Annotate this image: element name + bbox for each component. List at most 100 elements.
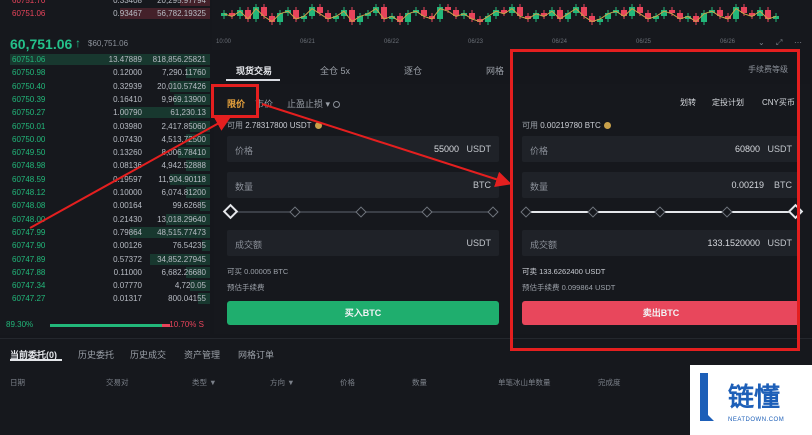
- order-price: 60748.12: [12, 188, 46, 197]
- candle: [669, 10, 675, 13]
- order-amount: 0.03980: [113, 121, 142, 131]
- buy-price-unit: USDT: [466, 144, 492, 154]
- order-type-stop[interactable]: 止盈止损 ▾: [287, 97, 341, 110]
- order-total: 4,942.52888: [161, 161, 207, 171]
- order-amount: 0.79864: [113, 227, 142, 237]
- bid-row[interactable]: 60748.59 0.19597 11,904.90118: [0, 173, 210, 186]
- sell-ratio: 10.70% S: [169, 320, 204, 329]
- bid-row[interactable]: 60750.01 0.03980 2,417.85060: [0, 120, 210, 133]
- x-tick-label: 06/25: [636, 39, 652, 45]
- buy-price-label: 价格: [235, 146, 254, 156]
- tab-trade-history[interactable]: 历史成交: [130, 348, 166, 361]
- buy-fee-estimate: 预估手续费: [227, 283, 265, 292]
- x-tick-label: 06/23: [468, 39, 484, 45]
- buy-price-value[interactable]: 55000: [434, 144, 459, 154]
- tab-spot[interactable]: 现货交易: [236, 64, 272, 77]
- buy-total-label: 成交额: [235, 240, 263, 250]
- slider-handle[interactable]: [222, 203, 239, 220]
- order-total: 6,682.26680: [161, 267, 207, 277]
- order-amount: 0.12000: [113, 68, 142, 78]
- order-total: 2,417.85060: [161, 121, 207, 131]
- tab-assets[interactable]: 资产管理: [184, 348, 220, 361]
- tab-grid[interactable]: 网格: [486, 64, 504, 77]
- moving-average-line: [223, 7, 777, 23]
- order-price: 60747.27: [12, 294, 46, 304]
- order-amount: 0.11000: [113, 267, 142, 277]
- bid-row[interactable]: 60748.08 0.00164 99.62685: [0, 199, 210, 212]
- slider-step[interactable]: [355, 206, 367, 218]
- buy-qty-unit: BTC: [473, 180, 491, 190]
- order-price: 60748.98: [12, 161, 46, 171]
- ask-row[interactable]: 60751.06 0.93467 56,782.19325: [0, 7, 210, 20]
- order-price: 60750.27: [12, 108, 46, 118]
- bid-row[interactable]: 60748.98 0.08136 4,942.52888: [0, 159, 210, 172]
- buy-amount-slider[interactable]: [222, 203, 501, 220]
- order-total: 61,230.13: [170, 108, 206, 118]
- tab-isolated[interactable]: 逐仓: [404, 64, 422, 77]
- bid-row[interactable]: 60750.39 0.16410 9,969.13900: [0, 93, 210, 106]
- bid-row[interactable]: 60751.06 13.47889 818,856.25821: [0, 53, 210, 66]
- orderbook-ratio: 89.30% 10.70% S: [0, 318, 210, 332]
- bid-row[interactable]: 60750.00 0.07430 4,513.72500: [0, 133, 210, 146]
- buy-available: 可用 2.78317800 USDT: [227, 120, 322, 131]
- order-total: 800.04155: [168, 294, 206, 304]
- slider-step[interactable]: [487, 206, 499, 218]
- bid-row[interactable]: 60747.34 0.07770 4,720.05: [0, 279, 210, 292]
- order-amount: 0.07430: [113, 134, 142, 144]
- orders-tab-underline: [10, 359, 62, 361]
- chart-more-icon[interactable]: ⋯: [794, 38, 802, 47]
- order-amount: 0.57372: [113, 254, 142, 264]
- bid-row[interactable]: 60750.27 1.00790 61,230.13: [0, 106, 210, 119]
- order-amount: 0.13260: [113, 148, 142, 158]
- col-price: 价格: [340, 378, 355, 387]
- tab-order-history[interactable]: 历史委托: [78, 348, 114, 361]
- ask-row[interactable]: 60751.70 0.33408 20,295.97794: [0, 0, 210, 7]
- slider-step[interactable]: [289, 206, 301, 218]
- bid-row[interactable]: 60747.27 0.01317 800.04155: [0, 292, 210, 305]
- col-date: 日期: [10, 378, 25, 387]
- bid-row[interactable]: 60749.50 0.13260 8,006.78410: [0, 146, 210, 159]
- bid-row[interactable]: 60747.88 0.11000 6,682.26680: [0, 266, 210, 279]
- order-total: 56,782.19325: [157, 9, 206, 18]
- watermark-logo: 链懂 NEATDOWN.COM: [690, 365, 812, 435]
- order-total: 76.54235: [172, 241, 206, 251]
- order-amount: 0.10000: [113, 188, 142, 197]
- candle: [445, 7, 451, 10]
- bid-row[interactable]: 60747.90 0.00126 76.54235: [0, 239, 210, 252]
- buy-button[interactable]: 买入BTC: [227, 301, 499, 325]
- tab-grid-orders[interactable]: 网格订单: [238, 348, 274, 361]
- order-amount: 0.16410: [113, 94, 142, 104]
- order-price: 60749.50: [12, 148, 46, 158]
- bid-row[interactable]: 60748.12 0.10000 6,074.81200: [0, 186, 210, 199]
- order-total: 34,852.27945: [157, 254, 206, 264]
- buy-qty-field[interactable]: 数量 BTC: [227, 172, 499, 198]
- buy-can-buy: 可买 0.00005 BTC: [227, 267, 289, 276]
- chart-collapse-icon[interactable]: ⌄: [758, 38, 765, 47]
- buy-total-unit: USDT: [466, 238, 492, 248]
- deposit-icon[interactable]: [314, 122, 322, 130]
- tab-cross-margin[interactable]: 全仓 5x: [320, 64, 350, 77]
- order-price: 60750.39: [12, 94, 46, 104]
- col-side[interactable]: 方向 ▼: [270, 377, 295, 388]
- bid-row[interactable]: 60750.40 0.32939 20,010.57426: [0, 80, 210, 93]
- buy-price-field[interactable]: 价格 55000 USDT: [227, 136, 499, 162]
- info-icon[interactable]: [333, 101, 341, 109]
- candle: [381, 7, 387, 19]
- slider-step[interactable]: [421, 206, 433, 218]
- buy-total-field[interactable]: 成交额 USDT: [227, 230, 499, 256]
- bid-row[interactable]: 60748.00 0.21430 13,018.29640: [0, 213, 210, 226]
- chart-expand-icon[interactable]: ⤢: [776, 38, 782, 48]
- col-pair: 交易对: [106, 378, 129, 387]
- tab-underline: [226, 79, 280, 81]
- order-amount: 0.00164: [113, 201, 142, 211]
- bid-row[interactable]: 60750.98 0.12000 7,290.11760: [0, 66, 210, 79]
- bid-row[interactable]: 60747.99 0.79864 48,515.77473: [0, 226, 210, 239]
- order-total: 20,010.57426: [157, 81, 206, 91]
- x-tick-label: 10:00: [216, 39, 232, 45]
- order-price: 60748.00: [12, 214, 46, 224]
- col-type[interactable]: 类型 ▼: [192, 377, 217, 388]
- order-amount: 0.33408: [113, 0, 142, 5]
- buy-ratio-bar: [50, 324, 162, 327]
- bid-row[interactable]: 60747.89 0.57372 34,852.27945: [0, 253, 210, 266]
- order-amount: 0.32939: [113, 81, 142, 91]
